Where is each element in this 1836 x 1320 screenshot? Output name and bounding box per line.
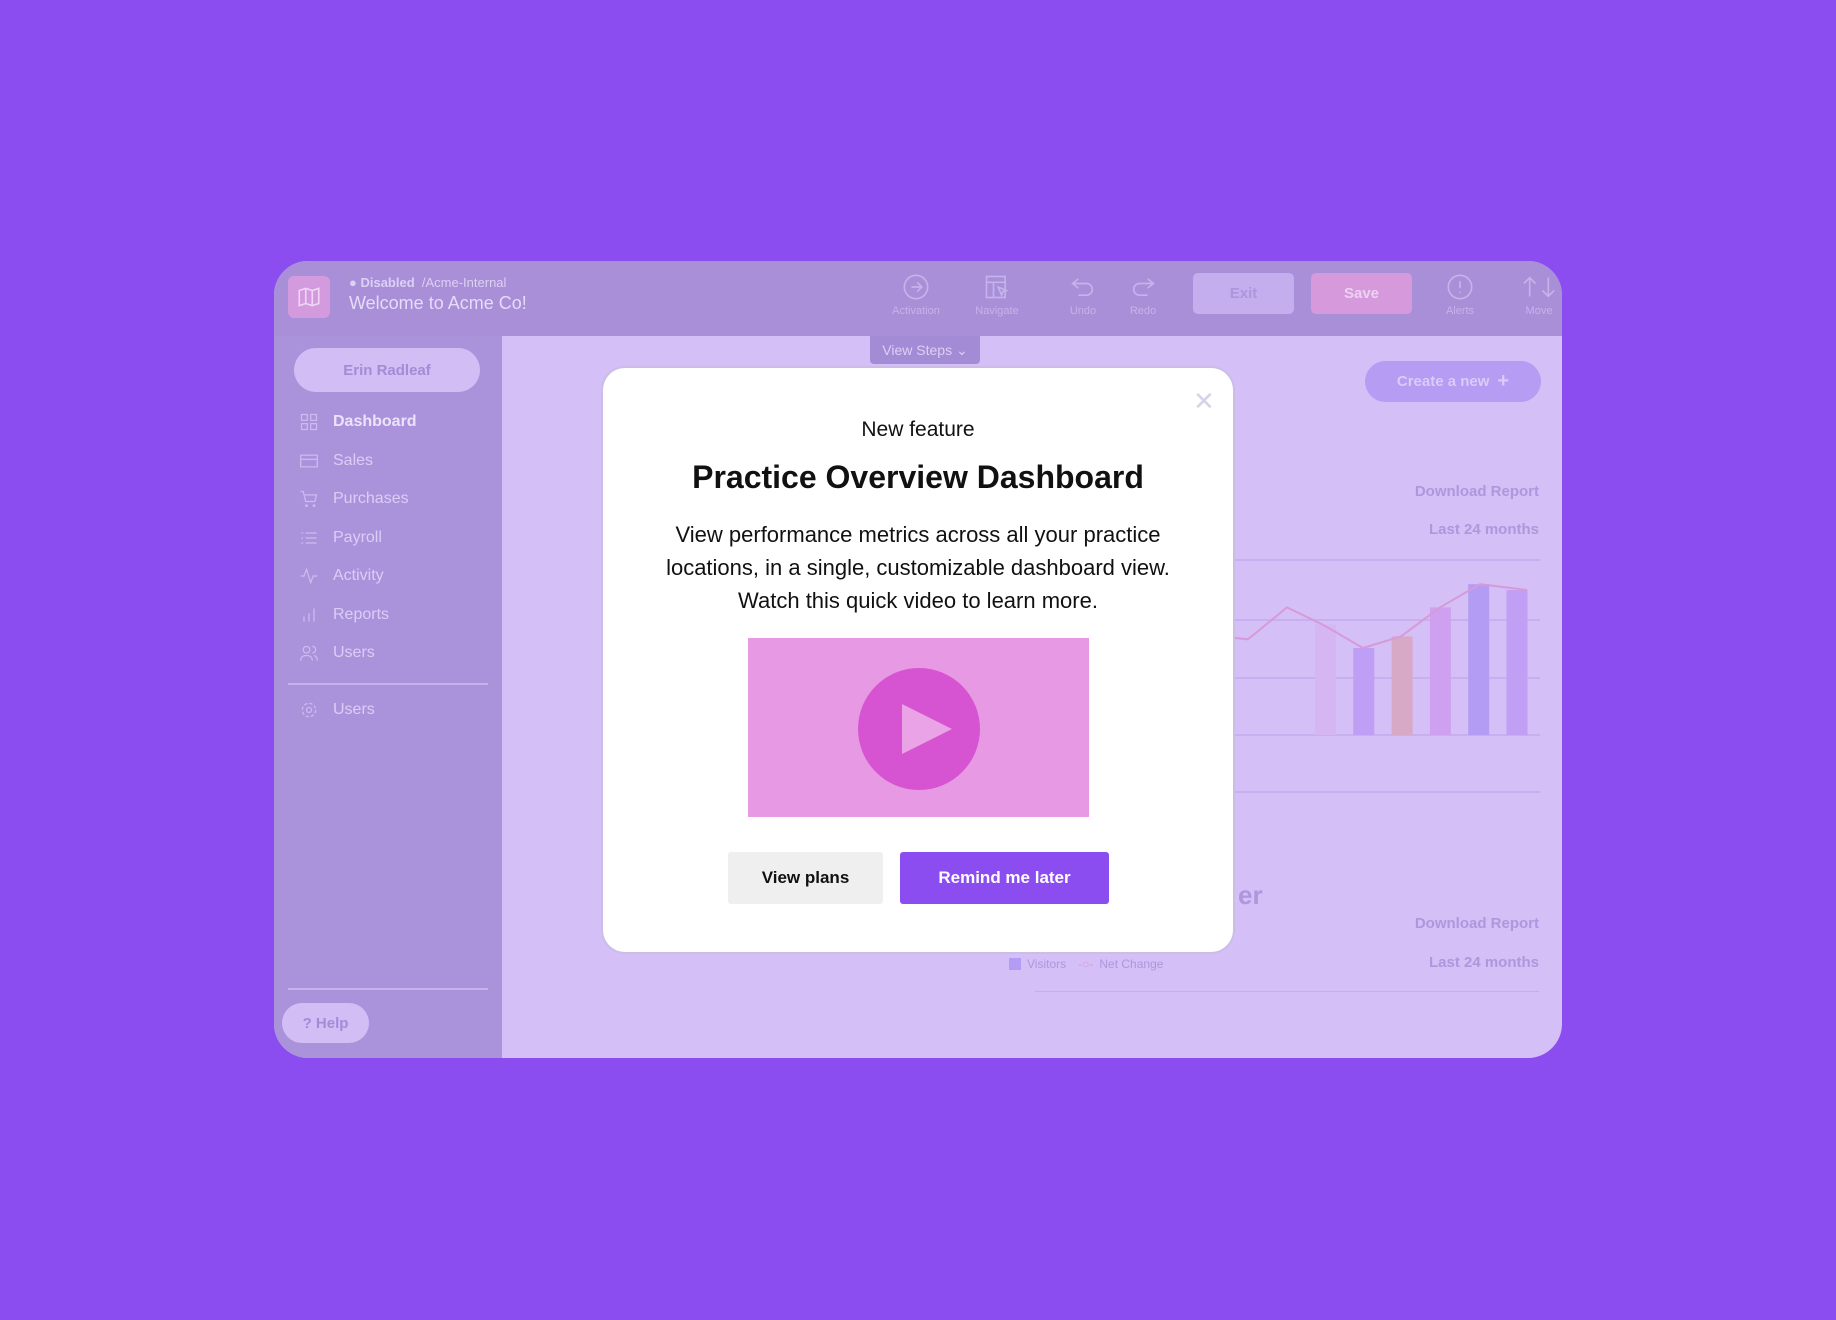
legend-label: Net Change [1099,957,1164,971]
play-button[interactable] [858,668,980,790]
net-change-swatch-icon: -○- [1078,957,1094,971]
video-player[interactable] [748,638,1089,817]
modal-eyebrow: New feature [861,418,975,441]
body-line: locations, in a single, customizable das… [666,555,1170,580]
bar [1353,648,1375,735]
bar [1315,624,1336,735]
play-icon [902,704,952,754]
divider [1035,991,1539,992]
remind-later-button[interactable]: Remind me later [900,852,1109,904]
view-plans-button[interactable]: View plans [728,852,883,904]
legend-label: Visitors [1027,957,1067,971]
close-icon[interactable]: ✕ [1193,386,1215,417]
feature-modal: ✕ New feature Practice Overview Dashboar… [603,368,1233,952]
visitors-swatch-icon [1009,958,1021,970]
modal-title: Practice Overview Dashboard [692,459,1144,495]
chart-legend: Visitors -○- Net Change [1009,957,1163,971]
bar [1429,607,1451,735]
section-title: er [1238,880,1263,910]
period-select[interactable]: Last 24 months [1429,954,1539,971]
bar [1506,590,1528,735]
bar [1468,584,1490,735]
body-line: Watch this quick video to learn more. [738,588,1098,613]
bar [1391,636,1413,735]
modal-body: View performance metrics across all your… [603,518,1233,617]
body-line: View performance metrics across all your… [675,522,1161,547]
download-report-link[interactable]: Download Report [1415,915,1539,932]
